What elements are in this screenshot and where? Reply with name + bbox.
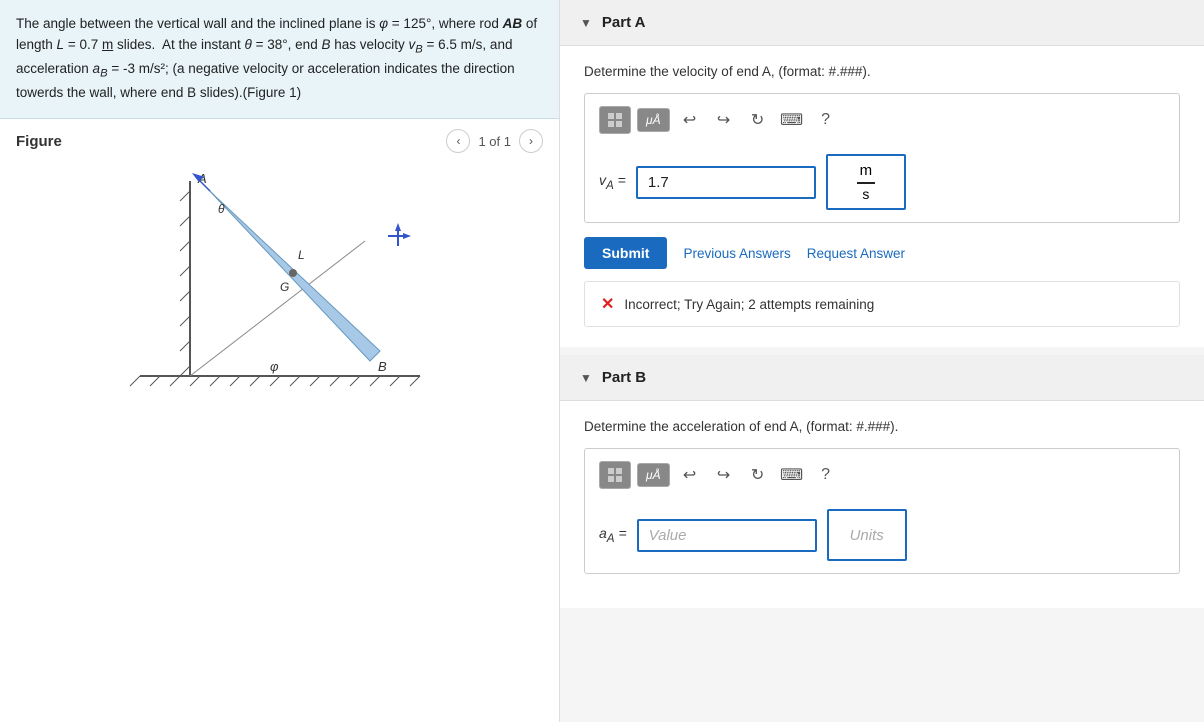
part-a-units-num: m (860, 162, 873, 180)
diagram-svg: A B θ L G φ (110, 161, 450, 401)
keyboard-button-b[interactable]: ⌨ (778, 461, 806, 489)
part-a-header[interactable]: ▼ Part A (560, 0, 1204, 46)
part-b-input-row: aA = Units (599, 509, 1165, 561)
part-a-units-fraction: m s (857, 162, 875, 202)
svg-text:G: G (280, 280, 289, 294)
mu-button-b[interactable]: μÅ (637, 463, 670, 487)
refresh-button-a[interactable]: ↻ (744, 106, 772, 134)
help-button-b[interactable]: ? (812, 461, 840, 489)
part-b-description: Determine the acceleration of end A, (fo… (584, 419, 1180, 434)
part-a-request-answer-link[interactable]: Request Answer (807, 246, 905, 261)
part-a-prev-answers-link[interactable]: Previous Answers (683, 246, 790, 261)
figure-header: Figure ‹ 1 of 1 › (16, 129, 543, 153)
svg-text:θ: θ (218, 202, 225, 216)
part-a-label: Part A (602, 14, 646, 31)
part-a-units-line (857, 182, 875, 184)
part-a-section: ▼ Part A Determine the velocity of end A… (560, 0, 1204, 347)
part-a-action-row: Submit Previous Answers Request Answer (584, 237, 1180, 269)
figure-title: Figure (16, 133, 62, 150)
error-icon: ✕ (601, 294, 614, 314)
part-b-input-label: aA = (599, 525, 627, 545)
keyboard-button-a[interactable]: ⌨ (778, 106, 806, 134)
figure-area: Figure ‹ 1 of 1 › (0, 119, 559, 411)
redo-button-b[interactable]: ↪ (710, 461, 738, 489)
part-a-units-box: m s (826, 154, 906, 210)
svg-text:B: B (378, 359, 387, 374)
part-a-value-input[interactable] (636, 166, 816, 199)
figure-count: 1 of 1 (478, 134, 511, 149)
part-a-input-label: vA = (599, 172, 626, 192)
part-b-chevron: ▼ (580, 371, 592, 385)
left-panel: The angle between the vertical wall and … (0, 0, 560, 722)
svg-text:L: L (298, 248, 305, 262)
undo-button-a[interactable]: ↩ (676, 106, 704, 134)
mu-button-a[interactable]: μÅ (637, 108, 670, 132)
part-b-content: Determine the acceleration of end A, (fo… (560, 401, 1204, 608)
part-b-answer-box: μÅ ↩ ↪ ↻ ⌨ ? aA = Units (584, 448, 1180, 574)
part-b-section: ▼ Part B Determine the acceleration of e… (560, 355, 1204, 608)
svg-text:φ: φ (270, 359, 279, 374)
redo-button-a[interactable]: ↪ (710, 106, 738, 134)
matrix-button-b[interactable] (599, 461, 631, 489)
matrix-button-a[interactable] (599, 106, 631, 134)
part-a-error-text: Incorrect; Try Again; 2 attempts remaini… (624, 297, 874, 312)
figure-prev-button[interactable]: ‹ (446, 129, 470, 153)
part-b-toolbar: μÅ ↩ ↪ ↻ ⌨ ? (599, 461, 1165, 497)
undo-button-b[interactable]: ↩ (676, 461, 704, 489)
part-b-header[interactable]: ▼ Part B (560, 355, 1204, 401)
help-button-a[interactable]: ? (812, 106, 840, 134)
part-a-input-row: vA = m s (599, 154, 1165, 210)
part-b-units-box: Units (827, 509, 907, 561)
part-a-chevron: ▼ (580, 16, 592, 30)
figure-diagram: A B θ L G φ (110, 161, 450, 401)
part-a-content: Determine the velocity of end A, (format… (560, 46, 1204, 347)
figure-next-button[interactable]: › (519, 129, 543, 153)
part-b-label: Part B (602, 369, 646, 386)
part-a-answer-box: μÅ ↩ ↪ ↻ ⌨ ? vA = m (584, 93, 1180, 223)
problem-text: The angle between the vertical wall and … (0, 0, 559, 119)
figure-navigation: ‹ 1 of 1 › (446, 129, 543, 153)
part-a-submit-button[interactable]: Submit (584, 237, 667, 269)
part-b-units-placeholder: Units (850, 527, 884, 544)
part-a-error-box: ✕ Incorrect; Try Again; 2 attempts remai… (584, 281, 1180, 327)
refresh-button-b[interactable]: ↻ (744, 461, 772, 489)
right-panel: ▼ Part A Determine the velocity of end A… (560, 0, 1204, 722)
part-b-value-input[interactable] (637, 519, 817, 552)
part-a-toolbar: μÅ ↩ ↪ ↻ ⌨ ? (599, 106, 1165, 142)
part-a-description: Determine the velocity of end A, (format… (584, 64, 1180, 79)
part-a-units-den: s (862, 186, 869, 203)
